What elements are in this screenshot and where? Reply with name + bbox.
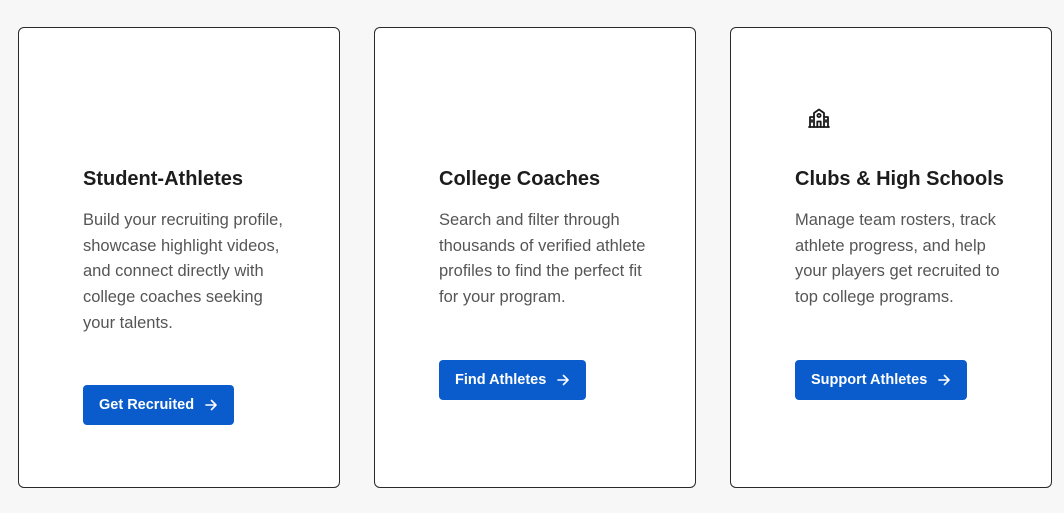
- card-title: College Coaches: [439, 168, 601, 190]
- card-description: Search and filter through thousands of v…: [439, 211, 646, 307]
- button-label: Find Athletes: [455, 372, 547, 388]
- card-college-coaches: College Coaches Search and filter throug…: [374, 27, 696, 488]
- card-clubs-high-schools: Clubs & High Schools Manage team rosters…: [730, 27, 1052, 488]
- card-student-athletes: Student-Athletes Build your recruiting p…: [18, 27, 340, 488]
- arrow-right-icon: [204, 398, 218, 412]
- find-athletes-button[interactable]: Find Athletes: [439, 360, 587, 400]
- support-athletes-button[interactable]: Support Athletes: [795, 360, 968, 400]
- arrow-right-icon: [937, 373, 951, 387]
- arrow-right-icon: [556, 373, 570, 387]
- card-description: Build your recruiting profile, showcase …: [83, 211, 283, 332]
- button-label: Support Athletes: [811, 372, 928, 388]
- card-title: Student-Athletes: [83, 168, 243, 190]
- school-building-icon: [807, 106, 831, 130]
- card-title: Clubs & High Schools: [795, 168, 1004, 190]
- button-label: Get Recruited: [99, 397, 195, 413]
- get-recruited-button[interactable]: Get Recruited: [83, 385, 235, 425]
- card-description: Manage team rosters, track athlete progr…: [795, 211, 1000, 307]
